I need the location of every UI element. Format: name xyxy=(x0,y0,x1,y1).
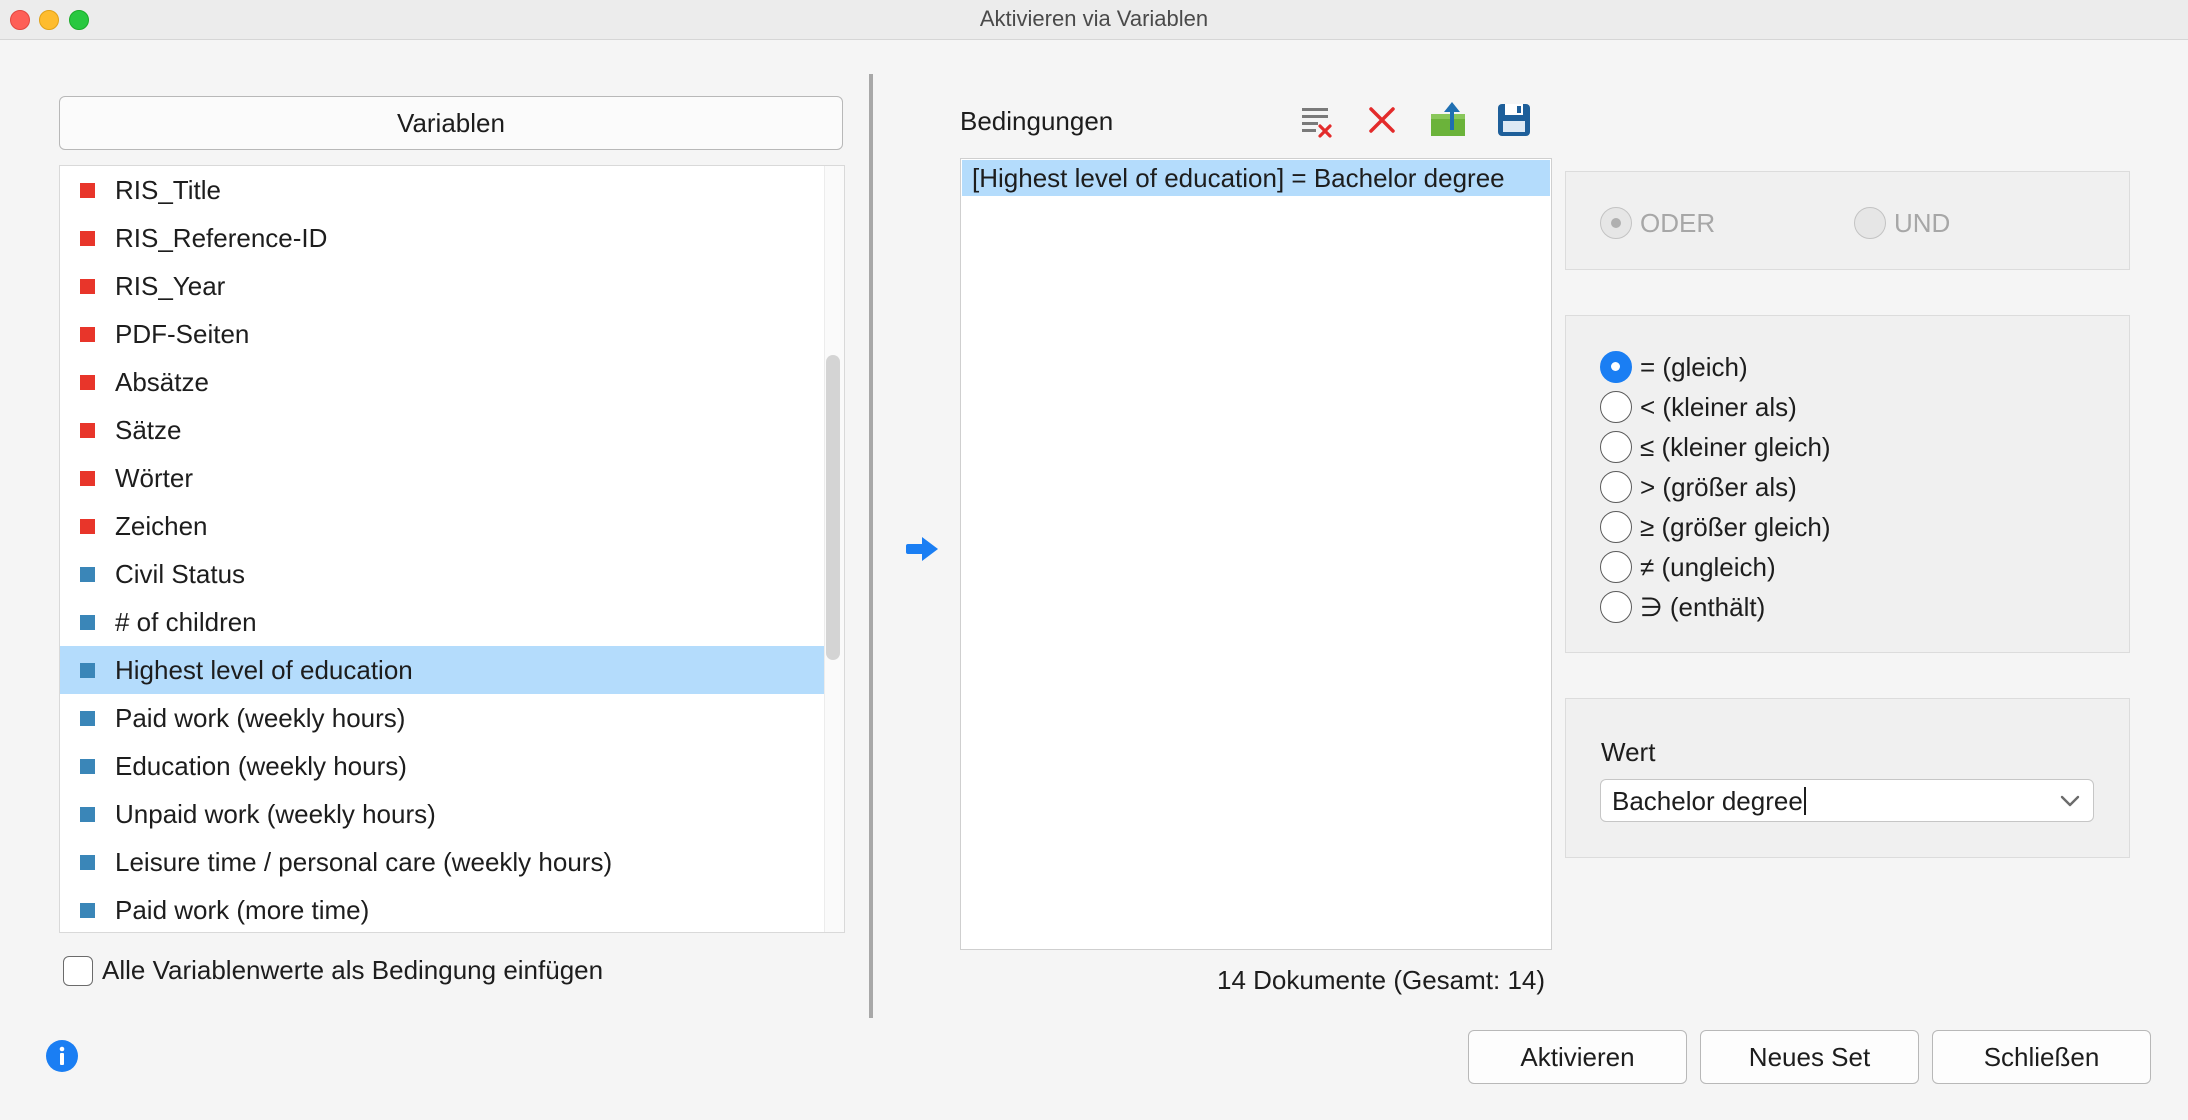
variable-type-icon xyxy=(80,183,95,198)
variable-item[interactable]: Zeichen xyxy=(60,502,824,550)
save-icon[interactable] xyxy=(1494,100,1534,140)
variable-item[interactable]: Civil Status xyxy=(60,550,824,598)
and-radio[interactable] xyxy=(1854,207,1886,239)
activate-button[interactable]: Aktivieren xyxy=(1468,1030,1687,1084)
info-icon[interactable] xyxy=(46,1040,78,1072)
op-less-equal-radio[interactable] xyxy=(1600,431,1632,463)
op-contains-radio[interactable] xyxy=(1600,591,1632,623)
op-less-label: < (kleiner als) xyxy=(1640,392,1797,422)
op-not-equal-radio[interactable] xyxy=(1600,551,1632,583)
value-group xyxy=(1565,698,2130,858)
variable-item[interactable]: Paid work (more time) xyxy=(60,886,824,932)
op-less-radio[interactable] xyxy=(1600,391,1632,423)
variable-item[interactable]: Absätze xyxy=(60,358,824,406)
variable-type-icon xyxy=(80,807,95,822)
variable-item[interactable]: Education (weekly hours) xyxy=(60,742,824,790)
variable-item[interactable]: RIS_Title xyxy=(60,166,824,214)
new-set-button[interactable]: Neues Set xyxy=(1700,1030,1919,1084)
panel-splitter[interactable] xyxy=(869,74,873,1018)
variable-type-icon xyxy=(80,423,95,438)
variable-type-icon xyxy=(80,279,95,294)
add-condition-arrow-icon[interactable] xyxy=(906,535,940,563)
op-greater-label: > (größer als) xyxy=(1640,472,1797,502)
variable-item-selected[interactable]: Highest level of education xyxy=(60,646,824,694)
variable-type-icon xyxy=(80,663,95,678)
op-equal-label: = (gleich) xyxy=(1640,352,1748,382)
export-icon[interactable] xyxy=(1428,100,1468,140)
variable-type-icon xyxy=(80,711,95,726)
variable-type-icon xyxy=(80,327,95,342)
variable-type-icon xyxy=(80,567,95,582)
chevron-down-icon[interactable] xyxy=(2059,793,2081,809)
op-not-equal-label: ≠ (ungleich) xyxy=(1640,552,1776,582)
op-equal-radio[interactable] xyxy=(1600,351,1632,383)
op-greater-equal-label: ≥ (größer gleich) xyxy=(1640,512,1831,542)
variable-item[interactable]: PDF-Seiten xyxy=(60,310,824,358)
variable-item[interactable]: Sätze xyxy=(60,406,824,454)
variable-item[interactable]: RIS_Reference-ID xyxy=(60,214,824,262)
title-bar: Aktivieren via Variablen xyxy=(0,0,2188,40)
variables-scrollbar-thumb[interactable] xyxy=(826,355,840,660)
close-button[interactable]: Schließen xyxy=(1932,1030,2151,1084)
op-less-equal-label: ≤ (kleiner gleich) xyxy=(1640,432,1831,462)
operators-group: = (gleich) < (kleiner als) ≤ (kleiner gl… xyxy=(1565,315,2130,653)
variable-item[interactable]: Wörter xyxy=(60,454,824,502)
insert-all-values-checkbox[interactable] xyxy=(63,956,93,986)
logic-group: ODER UND xyxy=(1565,171,2130,270)
clear-list-icon[interactable] xyxy=(1296,100,1336,140)
window-title: Aktivieren via Variablen xyxy=(979,6,1209,31)
delete-condition-icon[interactable] xyxy=(1362,100,1402,140)
variable-type-icon xyxy=(80,519,95,534)
variable-item[interactable]: Paid work (weekly hours) xyxy=(60,694,824,742)
variable-type-icon xyxy=(80,471,95,486)
or-label: ODER xyxy=(1640,208,1716,238)
variable-type-icon xyxy=(80,231,95,246)
and-label: UND xyxy=(1894,208,1951,238)
variable-type-icon xyxy=(80,615,95,630)
variable-type-icon xyxy=(80,375,95,390)
variable-type-icon xyxy=(80,855,95,870)
variable-item[interactable]: Leisure time / personal care (weekly hou… xyxy=(60,838,824,886)
variables-list[interactable]: RIS_Title RIS_Reference-ID RIS_Year PDF-… xyxy=(59,165,845,933)
document-count: 14 Dokumente (Gesamt: 14) xyxy=(1217,965,1546,995)
insert-all-values-label: Alle Variablenwerte als Bedingung einfüg… xyxy=(102,955,604,985)
value-combobox[interactable]: Bachelor degree xyxy=(1600,779,2094,822)
variable-item[interactable]: RIS_Year xyxy=(60,262,824,310)
variable-item[interactable]: # of children xyxy=(60,598,824,646)
conditions-list[interactable]: [Highest level of education] = Bachelor … xyxy=(960,158,1552,950)
condition-item[interactable]: [Highest level of education] = Bachelor … xyxy=(962,160,1550,196)
op-contains-label: ∋ (enthält) xyxy=(1640,592,1766,622)
variable-item[interactable]: Unpaid work (weekly hours) xyxy=(60,790,824,838)
value-input-text: Bachelor degree xyxy=(1612,786,1803,816)
variables-header-button[interactable]: Variablen xyxy=(59,96,843,150)
text-cursor xyxy=(1803,787,1806,815)
or-radio[interactable] xyxy=(1600,207,1632,239)
conditions-label: Bedingungen xyxy=(960,106,1114,136)
op-greater-radio[interactable] xyxy=(1600,471,1632,503)
op-greater-equal-radio[interactable] xyxy=(1600,511,1632,543)
variable-type-icon xyxy=(80,903,95,918)
value-label: Wert xyxy=(1601,737,1656,767)
variable-type-icon xyxy=(80,759,95,774)
